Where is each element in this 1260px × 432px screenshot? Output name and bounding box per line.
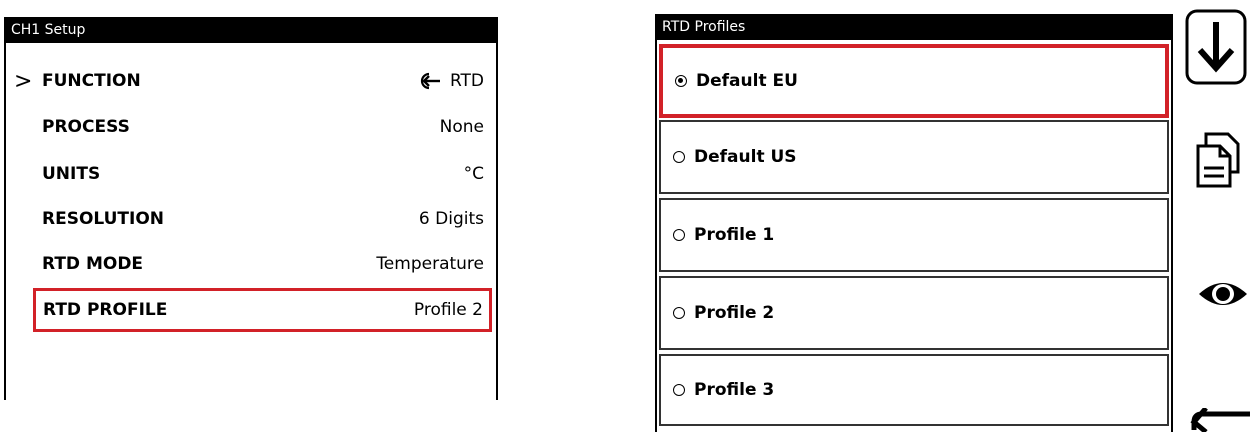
download-arrow-icon[interactable]	[1184, 8, 1248, 86]
profile-label: Profile 2	[694, 303, 775, 323]
copy-document-icon[interactable]	[1192, 130, 1246, 190]
setting-label: RESOLUTION	[42, 209, 165, 229]
setting-label: RTD PROFILE	[43, 300, 168, 320]
list-border-right	[1171, 40, 1173, 432]
setting-value: Temperature	[376, 254, 484, 274]
back-arrow-icon[interactable]	[1186, 408, 1254, 432]
setting-row-rtd-profile[interactable]: RTD PROFILE Profile 2	[33, 288, 492, 332]
panel-title-ch1-setup: CH1 Setup	[4, 17, 498, 43]
setting-row-units[interactable]: UNITS °C	[14, 150, 490, 198]
profile-option-default-eu[interactable]: Default EU	[659, 44, 1169, 118]
setting-value: Profile 2	[413, 300, 483, 320]
profile-option-default-us[interactable]: Default US	[659, 120, 1169, 194]
setting-value: None	[439, 117, 484, 137]
eye-icon[interactable]	[1196, 276, 1250, 312]
radio-unchecked-icon	[673, 384, 685, 396]
setting-label: PROCESS	[42, 117, 130, 137]
profile-option-profile-3[interactable]: Profile 3	[659, 354, 1169, 426]
setting-value: RTD	[420, 71, 490, 91]
chevron-right-icon: >	[14, 68, 33, 94]
setting-label: FUNCTION	[42, 71, 141, 91]
radio-unchecked-icon	[673, 151, 685, 163]
function-value: RTD	[449, 71, 484, 91]
left-panel-border	[4, 43, 6, 400]
radio-unchecked-icon	[673, 229, 685, 241]
setting-value: °C	[463, 164, 484, 184]
profile-label: Profile 1	[694, 225, 775, 245]
profile-option-profile-1[interactable]: Profile 1	[659, 198, 1169, 272]
list-border-left	[655, 40, 657, 432]
setting-row-rtd-mode[interactable]: RTD MODE Temperature	[14, 240, 490, 288]
setting-label: UNITS	[42, 164, 101, 184]
input-arrow-icon	[420, 72, 440, 90]
profile-label: Profile 3	[694, 380, 775, 400]
setting-row-process[interactable]: PROCESS None	[14, 103, 490, 151]
setting-row-resolution[interactable]: RESOLUTION 6 Digits	[14, 195, 490, 243]
profile-label: Default EU	[696, 71, 798, 91]
setting-row-function[interactable]: > FUNCTION RTD	[14, 57, 490, 105]
radio-checked-icon	[675, 75, 687, 87]
profile-option-profile-2[interactable]: Profile 2	[659, 276, 1169, 350]
radio-unchecked-icon	[673, 307, 685, 319]
panel-title-rtd-profiles: RTD Profiles	[655, 14, 1173, 40]
setting-label: RTD MODE	[42, 254, 144, 274]
profile-label: Default US	[694, 147, 797, 167]
right-panel-border	[496, 43, 498, 400]
setting-value: 6 Digits	[418, 209, 484, 229]
